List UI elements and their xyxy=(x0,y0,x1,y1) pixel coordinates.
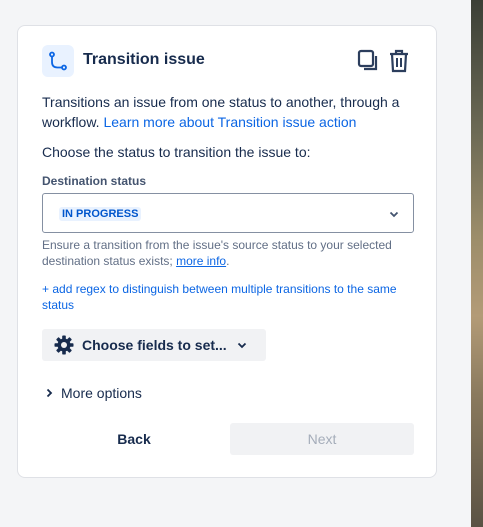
choose-fields-label: Choose fields to set... xyxy=(82,337,227,353)
chevron-down-icon xyxy=(389,211,399,218)
choose-status-prompt: Choose the status to transition the issu… xyxy=(42,144,311,160)
next-button[interactable]: Next xyxy=(230,423,414,455)
copy-icon[interactable] xyxy=(356,48,382,74)
status-lozenge: IN PROGRESS xyxy=(59,207,142,221)
more-info-link[interactable]: more info xyxy=(176,254,226,268)
gear-icon xyxy=(54,335,74,355)
helper-end: . xyxy=(226,254,230,268)
learn-more-link[interactable]: Learn more about Transition issue action xyxy=(103,114,356,130)
more-options-label: More options xyxy=(61,385,142,401)
add-regex-link[interactable]: + add regex to distinguish between multi… xyxy=(42,281,402,313)
chevron-down-icon xyxy=(237,342,247,349)
destination-status-select[interactable]: IN PROGRESS xyxy=(42,193,414,233)
destination-status-label: Destination status xyxy=(42,174,147,188)
destination-helper-text: Ensure a transition from the issue's sou… xyxy=(42,237,402,269)
trash-icon[interactable] xyxy=(386,48,412,74)
back-button[interactable]: Back xyxy=(42,423,226,455)
panel-header: Transition issue xyxy=(42,45,412,77)
panel-description: Transitions an issue from one status to … xyxy=(42,92,422,132)
chevron-right-icon xyxy=(46,388,53,398)
choose-fields-button[interactable]: Choose fields to set... xyxy=(42,329,266,361)
panel-title: Transition issue xyxy=(83,51,205,68)
transition-issue-panel: Transition issue Transitions an issue fr… xyxy=(17,25,437,478)
transition-icon xyxy=(42,45,74,77)
background-image-strip xyxy=(471,0,483,527)
